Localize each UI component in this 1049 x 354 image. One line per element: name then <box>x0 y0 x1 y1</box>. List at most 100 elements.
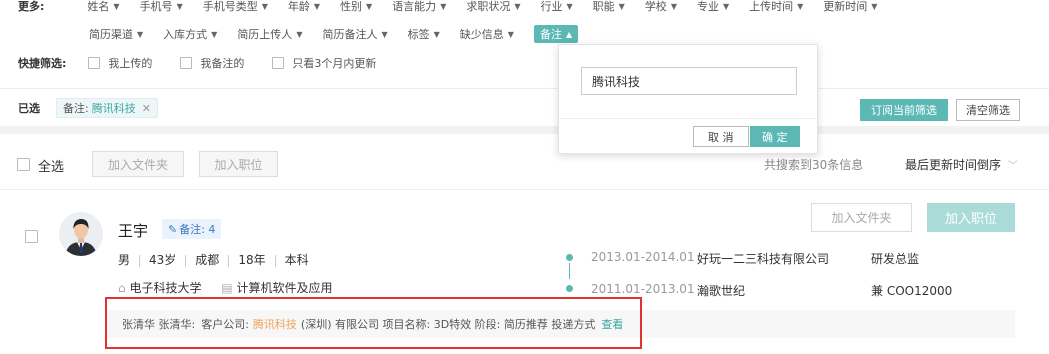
candidate-meta: 男 43岁 成都 18年 本科 <box>118 251 309 268</box>
chevron-down-icon: ﹀ <box>1007 161 1018 172</box>
filter-name[interactable]: 姓名 ▼ <box>87 0 119 14</box>
result-toolbar: 全选 加入文件夹 加入职位 共搜索到30条信息 最后更新时间倒序 ﹀ <box>0 138 1049 190</box>
filter-row-1: 更多: 姓名 ▼ 手机号 ▼ 手机号类型 ▼ 年龄 ▼ 性别 ▼ 语言能力 ▼ 求职状况 ▼ … <box>18 0 897 16</box>
caret-down-icon: ▼ <box>137 29 144 39</box>
person-avatar-icon <box>59 212 103 256</box>
filter-job-status[interactable]: 求职状况 ▼ <box>466 0 520 14</box>
age: 43岁 <box>149 253 177 267</box>
gender: 男 <box>118 253 131 267</box>
filter-resume-channel[interactable]: 简历渠道 ▼ <box>89 26 143 42</box>
filter-age[interactable]: 年龄 ▼ <box>288 0 320 14</box>
clear-filter-button[interactable]: 清空筛选 <box>956 99 1020 121</box>
candidate-checkbox[interactable] <box>25 230 38 243</box>
filter-missing-info[interactable]: 缺少信息 ▼ <box>460 26 514 42</box>
caret-down-icon: ▼ <box>440 1 447 11</box>
sort-select[interactable]: 最后更新时间倒序 ﹀ <box>905 156 1018 173</box>
caret-down-icon: ▼ <box>670 1 677 11</box>
caret-down-icon: ▼ <box>366 1 373 11</box>
timeline-dot <box>566 254 573 261</box>
caret-down-icon: ▼ <box>313 1 321 11</box>
caret-down-icon: ▼ <box>618 1 625 11</box>
edit-note-icon: ✎ <box>168 222 178 236</box>
divider <box>0 88 1049 89</box>
caret-down-icon: ▼ <box>507 29 514 39</box>
note-filter-input[interactable] <box>581 67 797 95</box>
filter-phone-type[interactable]: 手机号类型 ▼ <box>203 0 268 14</box>
work-period: 2011.01-2013.01 <box>591 282 695 296</box>
caret-down-icon: ▼ <box>797 1 804 11</box>
caret-down-icon: ▼ <box>722 1 730 11</box>
filter-update-time[interactable]: 更新时间 ▼ <box>823 0 877 14</box>
filter-uploader[interactable]: 简历上传人 ▼ <box>237 26 302 42</box>
filter-major[interactable]: 专业 ▼ <box>697 0 729 14</box>
candidate-name[interactable]: 王宇 <box>118 220 148 241</box>
filter-import-method[interactable]: 入库方式 ▼ <box>163 26 217 42</box>
add-to-position-button[interactable]: 加入职位 <box>199 151 278 177</box>
quick-my-notes[interactable]: 我备注的 <box>180 55 244 71</box>
card-add-to-folder-button[interactable]: 加入文件夹 <box>811 203 912 232</box>
filter-upload-time[interactable]: 上传时间 ▼ <box>749 0 803 14</box>
quick-filter-label: 快捷筛选: <box>18 57 67 70</box>
filter-function[interactable]: 职能 ▼ <box>593 0 625 14</box>
caret-down-icon: ▼ <box>433 29 440 39</box>
filter-language[interactable]: 语言能力 ▼ <box>392 0 446 14</box>
work-title: 研发总监 <box>871 252 920 266</box>
school-icon: ⌂ <box>118 281 126 295</box>
caret-down-icon: ▼ <box>113 1 120 11</box>
filter-tags[interactable]: 标签 ▼ <box>408 26 440 42</box>
caret-up-icon: ▲ <box>565 29 573 39</box>
major: 计算机软件及应用 <box>236 281 333 295</box>
city: 成都 <box>195 253 220 267</box>
note-filter-popover: 取 消 确 定 <box>558 44 818 154</box>
checkbox[interactable] <box>272 57 285 69</box>
filter-note-active[interactable]: 备注 ▲ <box>533 25 579 43</box>
more-label: 更多: <box>18 0 45 13</box>
checkbox[interactable] <box>88 57 101 69</box>
select-all-checkbox[interactable] <box>17 158 30 171</box>
school: 电子科技大学 <box>129 281 202 295</box>
selected-row: 已选 备注: 腾讯科技 ✕ <box>18 98 158 118</box>
work-company: 瀚歌世纪 <box>697 284 746 298</box>
selected-filter-tag: 备注: 腾讯科技 ✕ <box>56 98 158 118</box>
card-add-to-position-button[interactable]: 加入职位 <box>927 203 1015 232</box>
caret-down-icon: ▼ <box>176 1 183 11</box>
book-icon: ▤ <box>221 281 233 295</box>
timeline-line <box>569 263 570 279</box>
filter-note-author[interactable]: 简历备注人 ▼ <box>322 26 387 42</box>
work-company: 好玩一二三科技有限公司 <box>697 252 830 266</box>
caret-down-icon: ▼ <box>261 1 268 11</box>
timeline-dot <box>566 285 573 292</box>
caret-down-icon: ▼ <box>381 29 388 39</box>
popover-confirm-button[interactable]: 确 定 <box>750 126 800 147</box>
quick-my-uploads[interactable]: 我上传的 <box>88 55 152 71</box>
work-title: 兼 COO12000 <box>871 284 953 298</box>
select-all-label: 全选 <box>38 160 65 175</box>
quick-filter-row: 快捷筛选: 我上传的 我备注的 只看3个月内更新 <box>18 53 404 73</box>
filter-industry[interactable]: 行业 ▼ <box>541 0 573 14</box>
filter-gender[interactable]: 性别 ▼ <box>340 0 372 14</box>
note-badge[interactable]: ✎ 备注: 4 <box>162 219 222 239</box>
filter-panel: 更多: 姓名 ▼ 手机号 ▼ 手机号类型 ▼ 年龄 ▼ 性别 ▼ 语言能力 ▼ 求职状况 ▼ … <box>0 0 1049 126</box>
checkbox[interactable] <box>180 57 193 69</box>
experience: 18年 <box>238 253 266 267</box>
subscribe-filter-button[interactable]: 订阅当前筛选 <box>860 99 948 121</box>
add-to-folder-button[interactable]: 加入文件夹 <box>92 151 184 177</box>
filter-school[interactable]: 学校 ▼ <box>645 0 677 14</box>
avatar[interactable] <box>59 212 103 256</box>
caret-down-icon: ▼ <box>296 29 303 39</box>
popover-footer: 取 消 确 定 <box>559 118 817 154</box>
popover-cancel-button[interactable]: 取 消 <box>693 126 749 147</box>
filter-phone[interactable]: 手机号 ▼ <box>140 0 183 14</box>
filter-row-2: 简历渠道 ▼ 入库方式 ▼ 简历上传人 ▼ 简历备注人 ▼ 标签 ▼ 缺少信息 ▼ 备注 ▲ <box>89 24 598 44</box>
caret-down-icon: ▼ <box>871 1 878 11</box>
highlight-box <box>105 297 642 349</box>
result-count: 共搜索到30条信息 <box>764 158 864 172</box>
education: 本科 <box>284 253 309 267</box>
caret-down-icon: ▼ <box>514 1 521 11</box>
close-icon[interactable]: ✕ <box>142 102 151 115</box>
quick-recent-3-months[interactable]: 只看3个月内更新 <box>272 55 376 71</box>
education-info: ⌂ 电子科技大学 ▤ 计算机软件及应用 <box>118 279 332 296</box>
section-divider <box>0 126 1049 134</box>
caret-down-icon: ▼ <box>211 29 218 39</box>
selected-label: 已选 <box>18 102 40 115</box>
